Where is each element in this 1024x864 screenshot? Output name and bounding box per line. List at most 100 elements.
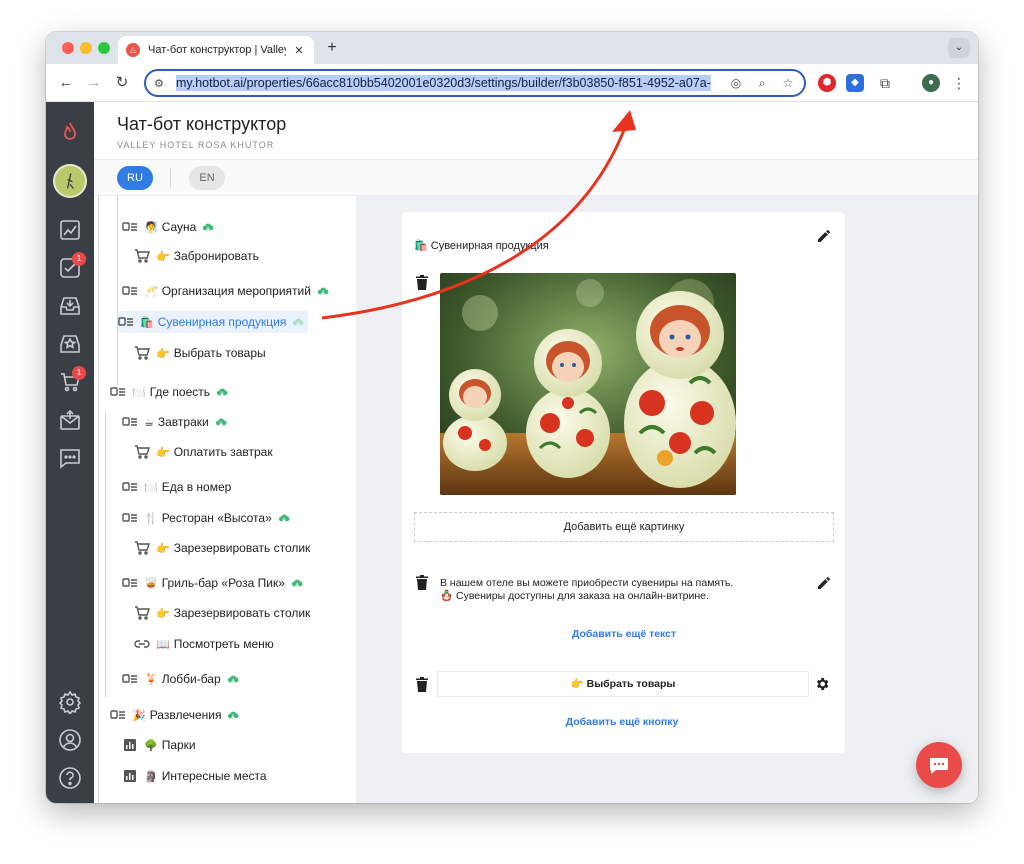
tree-item-label: Интересные места: [161, 769, 267, 783]
tree-item[interactable]: 🎉 Развлечения: [110, 704, 239, 726]
tree-item[interactable]: 👉 Зарезервировать столик: [134, 537, 310, 559]
tree-guide-line: [117, 196, 118, 197]
tab-title: Чат-бот конструктор | Valley: [148, 44, 286, 56]
tree-guide-line: [117, 196, 118, 386]
tab-close-button[interactable]: ✕: [292, 44, 306, 57]
lens-icon[interactable]: ◎: [728, 75, 744, 91]
tab-search-button[interactable]: ⌄: [948, 38, 970, 58]
browser-window: ♨ Чат-бот конструктор | Valley ✕ + ⌄ ← →…: [46, 32, 978, 803]
support-chat-button[interactable]: [916, 742, 962, 788]
message-block-icon: [110, 708, 126, 722]
tree-item[interactable]: 🥃 Гриль-бар «Роза Пик»: [122, 572, 303, 594]
tree-item[interactable]: 👉 Выбрать товары: [134, 342, 266, 364]
bookmark-star-icon[interactable]: ☆: [780, 75, 796, 91]
address-bar[interactable]: ⚙ my.hotbot.ai/properties/66acc810bb5402…: [144, 69, 806, 97]
synced-cloud-icon: [278, 512, 290, 524]
reload-button[interactable]: ↻: [112, 73, 132, 93]
forward-button[interactable]: →: [84, 73, 104, 93]
tree-item[interactable]: 🧖 Сауна: [122, 216, 214, 238]
chart-block-icon: [122, 738, 138, 752]
choose-products-button[interactable]: 👉 Выбрать товары: [437, 671, 809, 697]
tree-item-label: Забронировать: [173, 249, 259, 263]
tree-item-label: Посмотреть меню: [173, 637, 274, 651]
tree-item-label: Сауна: [161, 220, 197, 234]
tree-item-label: Зарезервировать столик: [173, 606, 311, 620]
property-avatar[interactable]: [53, 164, 87, 198]
tree-guide-line: [98, 196, 99, 803]
synced-cloud-icon: [292, 316, 304, 328]
message-editor-panel: 🛍️ Сувенирная продукция Добавить ещё кар…: [402, 212, 845, 753]
tasks-icon[interactable]: 1: [54, 252, 86, 284]
close-window-button[interactable]: [62, 42, 74, 54]
reviews-icon[interactable]: [54, 328, 86, 360]
language-bar: RU EN: [94, 160, 978, 196]
settings-gear-icon[interactable]: [54, 686, 86, 718]
tree-item-label: Развлечения: [149, 708, 222, 722]
tree-item[interactable]: 🍽️ Где поесть: [110, 381, 228, 403]
adblock-extension-icon[interactable]: ⬢: [818, 74, 836, 92]
tree-item[interactable]: 👉 Оплатить завтрак: [134, 441, 273, 463]
message-block-icon: [122, 415, 138, 429]
tree-item[interactable]: 🍹 Лобби-бар: [122, 668, 239, 690]
help-icon[interactable]: [54, 762, 86, 794]
cart-icon[interactable]: 1: [54, 366, 86, 398]
tree-item-emoji: 🥂: [144, 285, 158, 298]
tree-item[interactable]: 🗿 Интересные места: [122, 765, 267, 787]
add-button-link[interactable]: Добавить ещё кнопку: [522, 716, 722, 728]
delete-image-trash-icon[interactable]: [416, 275, 428, 290]
url-text[interactable]: my.hotbot.ai/properties/66acc810bb540200…: [176, 75, 711, 91]
tree-item-label: Где поесть: [149, 385, 211, 399]
minimize-window-button[interactable]: [80, 42, 92, 54]
zoom-icon[interactable]: ⌕: [754, 75, 770, 91]
cart-action-icon: [134, 346, 150, 360]
delete-text-trash-icon[interactable]: [416, 575, 428, 590]
profile-avatar[interactable]: ●: [922, 74, 940, 92]
tree-item-emoji: 👉: [156, 607, 170, 620]
site-settings-icon[interactable]: ⚙: [154, 77, 170, 90]
tree-item-emoji: 🛍️: [140, 316, 154, 329]
tree-item[interactable]: 👉 Забронировать: [134, 245, 259, 267]
analytics-icon[interactable]: [54, 214, 86, 246]
message-text[interactable]: В нашем отеле вы можете приобрести сувен…: [440, 577, 780, 603]
tree-item[interactable]: 🛍️ Сувенирная продукция: [118, 311, 309, 333]
tree-item[interactable]: 👉 Зарезервировать столик: [134, 602, 310, 624]
tree-item[interactable]: ☕ Завтраки: [122, 411, 227, 433]
user-profile-icon[interactable]: [54, 724, 86, 756]
chat-icon[interactable]: [54, 442, 86, 474]
tree-item[interactable]: 🌳 Парки: [122, 734, 196, 756]
tree-item-emoji: 🍴: [144, 512, 158, 525]
language-ru-button[interactable]: RU: [117, 166, 153, 190]
browser-menu-icon[interactable]: ⋮: [950, 74, 968, 92]
delete-button-trash-icon[interactable]: [416, 677, 428, 692]
add-image-button[interactable]: Добавить ещё картинку: [414, 512, 834, 542]
tree-item-emoji: 🎉: [132, 709, 146, 722]
edit-text-pencil-icon[interactable]: [816, 575, 832, 591]
inbox-icon[interactable]: [54, 290, 86, 322]
sidebar-rail: 1 1: [46, 102, 94, 803]
message-block-icon: [122, 672, 138, 686]
tree-item[interactable]: 🍽️ Еда в номер: [122, 476, 231, 498]
hotbot-logo-icon[interactable]: [54, 116, 86, 148]
new-tab-button[interactable]: +: [322, 38, 342, 58]
tree-item-label: Лобби-бар: [161, 672, 221, 686]
add-text-button[interactable]: Добавить ещё текст: [524, 628, 724, 640]
extensions-puzzle-icon[interactable]: ⧉: [876, 74, 894, 92]
mailing-icon[interactable]: [54, 404, 86, 436]
tab-strip: ♨ Чат-бот конструктор | Valley ✕ + ⌄: [46, 32, 978, 64]
language-en-button[interactable]: EN: [189, 166, 225, 190]
tree-item[interactable]: 📖 Посмотреть меню: [134, 633, 274, 655]
button-settings-gear-icon[interactable]: [814, 676, 830, 692]
synced-cloud-icon: [317, 285, 329, 297]
tree-item-label: Гриль-бар «Роза Пик»: [161, 576, 285, 590]
tree-item-label: Выбрать товары: [173, 346, 266, 360]
browser-tab[interactable]: ♨ Чат-бот конструктор | Valley ✕: [118, 36, 314, 64]
back-button[interactable]: ←: [56, 73, 76, 93]
tag-extension-icon[interactable]: ◆: [846, 74, 864, 92]
maximize-window-button[interactable]: [98, 42, 110, 54]
matryoshka-photo: [440, 273, 736, 495]
cart-action-icon: [134, 445, 150, 459]
tree-item[interactable]: 🥂 Организация мероприятий: [122, 280, 329, 302]
tree-item[interactable]: 🍴 Ресторан «Высота»: [122, 507, 290, 529]
cart-action-icon: [134, 606, 150, 620]
edit-title-pencil-icon[interactable]: [816, 228, 832, 244]
